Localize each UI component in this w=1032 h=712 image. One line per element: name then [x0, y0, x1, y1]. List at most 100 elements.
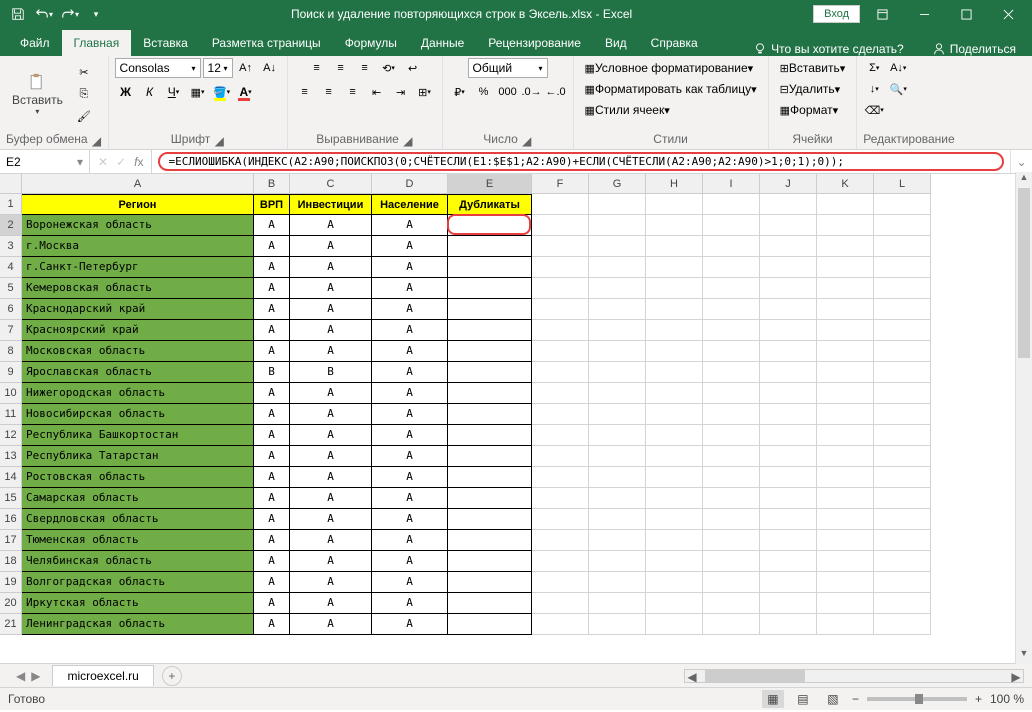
cell-B11[interactable]: A: [254, 404, 290, 425]
row-header-18[interactable]: 18: [0, 551, 22, 572]
cell-L15[interactable]: [874, 488, 931, 509]
cell-H13[interactable]: [646, 446, 703, 467]
cell-L18[interactable]: [874, 551, 931, 572]
cell-G16[interactable]: [589, 509, 646, 530]
row-header-9[interactable]: 9: [0, 362, 22, 383]
cell-K12[interactable]: [817, 425, 874, 446]
cell-I18[interactable]: [703, 551, 760, 572]
vscroll-thumb[interactable]: [1018, 188, 1030, 358]
cell-K2[interactable]: [817, 215, 874, 236]
cell-H5[interactable]: [646, 278, 703, 299]
cell-F2[interactable]: [532, 215, 589, 236]
cell-L17[interactable]: [874, 530, 931, 551]
cell-E7[interactable]: [448, 320, 532, 341]
cell-A7[interactable]: Красноярский край: [22, 320, 254, 341]
cell-A1[interactable]: Регион: [22, 194, 254, 215]
cell-C15[interactable]: A: [290, 488, 372, 509]
cell-K7[interactable]: [817, 320, 874, 341]
cell-E4[interactable]: [448, 257, 532, 278]
cell-E1[interactable]: Дубликаты: [448, 194, 532, 215]
cell-G13[interactable]: [589, 446, 646, 467]
cell-F13[interactable]: [532, 446, 589, 467]
row-header-21[interactable]: 21: [0, 614, 22, 635]
cell-B13[interactable]: A: [254, 446, 290, 467]
tab-layout[interactable]: Разметка страницы: [200, 30, 333, 56]
cell-I16[interactable]: [703, 509, 760, 530]
cell-D8[interactable]: A: [372, 341, 448, 362]
cell-J16[interactable]: [760, 509, 817, 530]
cell-K1[interactable]: [817, 194, 874, 215]
cell-A12[interactable]: Республика Башкортостан: [22, 425, 254, 446]
fill-color-button[interactable]: 🪣▾: [211, 82, 233, 102]
align-middle-button[interactable]: ≡: [330, 58, 352, 78]
cell-E15[interactable]: [448, 488, 532, 509]
font-size-select[interactable]: 12▾: [203, 58, 233, 78]
cell-H4[interactable]: [646, 257, 703, 278]
cell-I7[interactable]: [703, 320, 760, 341]
cell-C6[interactable]: A: [290, 299, 372, 320]
underline-button[interactable]: Ч▾: [163, 82, 185, 102]
cell-C19[interactable]: A: [290, 572, 372, 593]
cell-C16[interactable]: A: [290, 509, 372, 530]
cell-L4[interactable]: [874, 257, 931, 278]
cut-button[interactable]: ✂: [73, 62, 95, 82]
row-header-6[interactable]: 6: [0, 299, 22, 320]
cell-F20[interactable]: [532, 593, 589, 614]
cell-H3[interactable]: [646, 236, 703, 257]
cell-F21[interactable]: [532, 614, 589, 635]
cell-G11[interactable]: [589, 404, 646, 425]
format-as-table-button[interactable]: ▦ Форматировать как таблицу ▾: [580, 79, 762, 99]
cell-A19[interactable]: Волгоградская область: [22, 572, 254, 593]
cell-D13[interactable]: A: [372, 446, 448, 467]
cell-K21[interactable]: [817, 614, 874, 635]
page-break-view-button[interactable]: ▧: [822, 690, 844, 708]
cell-G3[interactable]: [589, 236, 646, 257]
cell-K15[interactable]: [817, 488, 874, 509]
cell-D5[interactable]: A: [372, 278, 448, 299]
cell-A10[interactable]: Нижегородская область: [22, 383, 254, 404]
cell-H17[interactable]: [646, 530, 703, 551]
bold-button[interactable]: Ж: [115, 82, 137, 102]
cell-D3[interactable]: A: [372, 236, 448, 257]
align-bottom-button[interactable]: ≡: [354, 58, 376, 78]
cell-I1[interactable]: [703, 194, 760, 215]
cell-G7[interactable]: [589, 320, 646, 341]
row-header-5[interactable]: 5: [0, 278, 22, 299]
cell-H6[interactable]: [646, 299, 703, 320]
row-header-12[interactable]: 12: [0, 425, 22, 446]
cell-C4[interactable]: A: [290, 257, 372, 278]
cell-F15[interactable]: [532, 488, 589, 509]
cell-I11[interactable]: [703, 404, 760, 425]
cell-H2[interactable]: [646, 215, 703, 236]
cell-G6[interactable]: [589, 299, 646, 320]
cell-K10[interactable]: [817, 383, 874, 404]
cells-area[interactable]: РегионВРПИнвестицииНаселениеДубликатыВор…: [22, 194, 931, 635]
comma-button[interactable]: 000: [497, 82, 519, 102]
cell-J17[interactable]: [760, 530, 817, 551]
cell-E2[interactable]: [448, 215, 532, 236]
zoom-in-button[interactable]: +: [975, 692, 982, 706]
cell-E21[interactable]: [448, 614, 532, 635]
maximize-button[interactable]: [946, 0, 986, 28]
cell-B14[interactable]: A: [254, 467, 290, 488]
cell-B3[interactable]: A: [254, 236, 290, 257]
cell-G14[interactable]: [589, 467, 646, 488]
row-header-20[interactable]: 20: [0, 593, 22, 614]
cell-E14[interactable]: [448, 467, 532, 488]
cell-J19[interactable]: [760, 572, 817, 593]
cancel-formula-button[interactable]: ✕: [98, 155, 108, 169]
font-color-button[interactable]: A▾: [235, 82, 257, 102]
cell-D4[interactable]: A: [372, 257, 448, 278]
cell-I21[interactable]: [703, 614, 760, 635]
cell-G4[interactable]: [589, 257, 646, 278]
currency-button[interactable]: ₽▾: [449, 82, 471, 102]
cell-L19[interactable]: [874, 572, 931, 593]
cell-E9[interactable]: [448, 362, 532, 383]
row-header-1[interactable]: 1: [0, 194, 22, 215]
autosum-button[interactable]: Σ▾: [863, 58, 885, 78]
cell-A18[interactable]: Челябинская область: [22, 551, 254, 572]
cell-J2[interactable]: [760, 215, 817, 236]
cell-B10[interactable]: A: [254, 383, 290, 404]
cell-L9[interactable]: [874, 362, 931, 383]
column-header-K[interactable]: K: [817, 174, 874, 194]
